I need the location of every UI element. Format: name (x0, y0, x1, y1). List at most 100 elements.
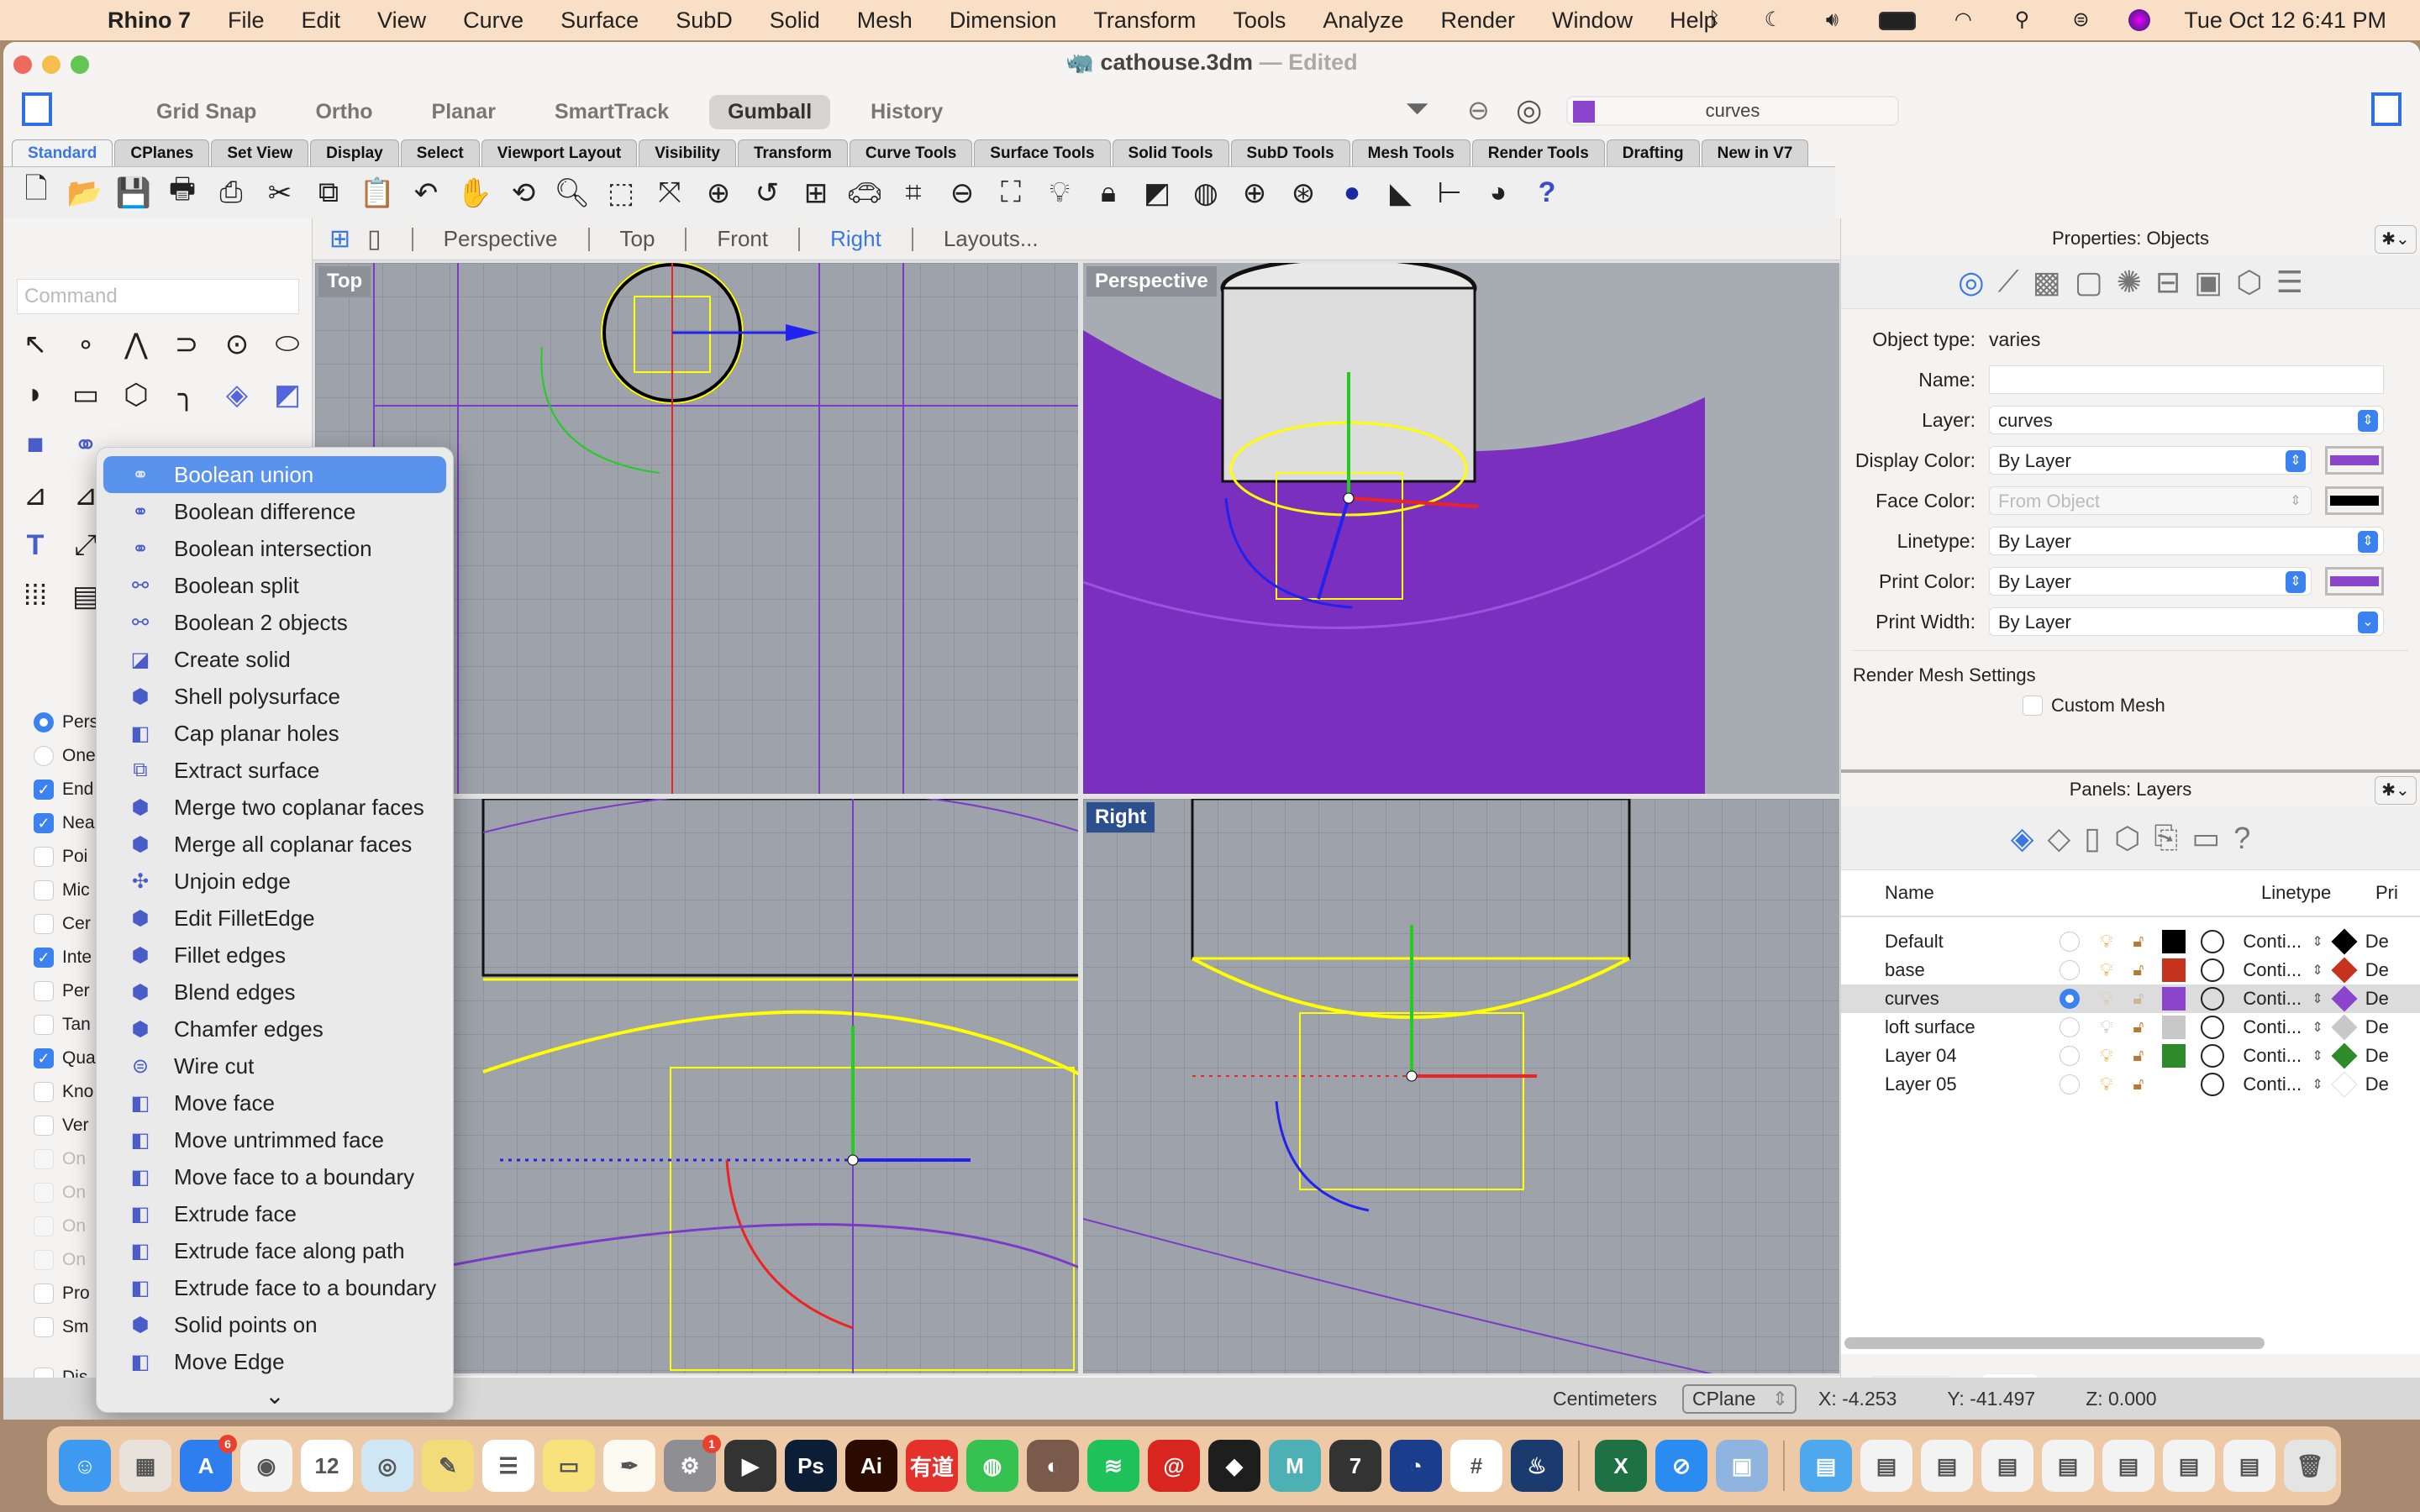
dock-calendar[interactable]: 12 (301, 1440, 353, 1492)
toolbar-tab-new-in-v7[interactable]: New in V7 (1701, 139, 1809, 166)
layers-scrollbar[interactable] (1844, 1337, 2265, 1349)
osnap-checkbox[interactable] (34, 880, 54, 900)
spotlight-icon[interactable]: ⚲ (2007, 9, 2036, 31)
four-view-layout-icon[interactable]: ⊞ (329, 224, 350, 254)
osnap-icon[interactable]: ⊖ (938, 173, 986, 213)
dock-photoshop[interactable]: Ps (785, 1440, 837, 1492)
light-bulb-icon[interactable]: 💡︎ (2100, 1045, 2112, 1067)
zoom-in-out-icon[interactable]: 🔍︎ (548, 173, 597, 213)
menu-surface[interactable]: Surface (560, 8, 639, 34)
current-layer-radio[interactable] (2060, 960, 2080, 980)
layer-linetype[interactable]: Conti... (2243, 931, 2302, 953)
layer-name[interactable]: Layer 05 (1841, 1074, 2026, 1095)
osnap-checkbox[interactable] (34, 1284, 54, 1304)
menu-item-boolean-difference[interactable]: ⚭ Boolean difference (103, 493, 446, 530)
dock-final-cut-pro[interactable]: ▶ (724, 1440, 776, 1492)
battery-icon[interactable] (1876, 9, 1918, 31)
layer-select[interactable]: curves ⇕ (1989, 406, 2384, 434)
viewport-tab-layouts[interactable]: Layouts... (944, 226, 1039, 252)
copy-icon[interactable]: ⧉ (304, 173, 353, 213)
osnap-checkbox[interactable] (34, 1149, 54, 1169)
dock-excel[interactable]: X (1595, 1440, 1647, 1492)
layer-color-swatch[interactable] (2162, 958, 2186, 982)
smarttrack-toggle[interactable]: SmartTrack (536, 95, 687, 129)
dock-spotify[interactable]: ≋ (1087, 1440, 1139, 1492)
toolbar-tab-surface-tools[interactable]: Surface Tools (974, 139, 1111, 166)
select-filter-icon[interactable]: ⛶ (986, 173, 1035, 213)
menu-view[interactable]: View (377, 8, 426, 34)
dock-slack[interactable]: # (1450, 1440, 1502, 1492)
menu-item-move-face[interactable]: ◧ Move face (103, 1084, 446, 1121)
document-icon[interactable]: ▢ (2075, 265, 2103, 300)
osnap-checkbox[interactable] (34, 981, 54, 1001)
named-views-icon[interactable]: ⬡ (2114, 821, 2140, 856)
toolbar-tab-transform[interactable]: Transform (737, 139, 848, 166)
current-layer-radio[interactable] (2060, 932, 2080, 952)
menu-app-name[interactable]: Rhino 7 (108, 8, 191, 34)
layer-color-swatch[interactable] (2162, 1073, 2186, 1096)
menu-mesh[interactable]: Mesh (857, 8, 913, 34)
column-name[interactable]: Name (1841, 882, 2051, 904)
layer-name[interactable]: loft surface (1841, 1016, 2026, 1038)
array-tool-icon[interactable]: ⁞⁞⁞ (10, 580, 60, 630)
surface-tool-icon[interactable]: ◈ (212, 378, 262, 428)
dock-recent-document-6[interactable]: ▤ (2163, 1440, 2215, 1492)
light-bulb-icon[interactable]: 💡︎ (2100, 1074, 2112, 1095)
osnap-item[interactable]: Mic (34, 874, 98, 907)
layers-gear-menu-icon[interactable]: ✱⌄ (2375, 776, 2417, 805)
menu-item-unjoin-edge[interactable]: ✣ Unjoin edge (103, 863, 446, 900)
current-layer-radio[interactable] (2060, 1074, 2080, 1095)
menu-item-wire-cut[interactable]: ⊜ Wire cut (103, 1047, 446, 1084)
osnap-item[interactable]: Ver (34, 1109, 98, 1142)
layer-print-width[interactable]: De (2365, 931, 2389, 953)
history-icon[interactable]: ⎘ (2154, 820, 2178, 856)
osnap-checkbox[interactable] (34, 1082, 54, 1102)
dock-stickies[interactable]: ✎ (422, 1440, 474, 1492)
polygon-tool-icon[interactable]: ⬡ (111, 378, 161, 428)
environment-icon[interactable]: ✺ (2117, 265, 2142, 300)
texture-map-icon[interactable]: ▩ (2033, 265, 2061, 300)
planar-toggle[interactable]: Planar (413, 95, 514, 129)
command-input[interactable]: Command (17, 279, 299, 314)
menu-item-extrude-face-to-a-boundary[interactable]: ◧ Extrude face to a boundary (103, 1269, 446, 1306)
dock-notes[interactable]: ▭ (543, 1440, 595, 1492)
material-icon[interactable] (2201, 958, 2225, 982)
print-color-swatch[interactable] (2325, 567, 2384, 596)
notes-icon[interactable]: ▯ (2084, 821, 2101, 856)
osnap-item[interactable]: Tan (34, 1008, 98, 1042)
light-bulb-icon[interactable]: 💡︎ (2100, 959, 2112, 981)
fillet-curve-tool-icon[interactable]: ╮ (161, 378, 212, 428)
osnap-item[interactable]: ✓ End (34, 773, 98, 806)
color-wheel-icon[interactable]: ◍ (1181, 173, 1230, 213)
layer-print-width[interactable]: De (2365, 1045, 2389, 1067)
cplane-icon[interactable]: ⌗ (889, 173, 938, 213)
material-icon[interactable] (2201, 1016, 2225, 1039)
print-color-diamond[interactable] (2331, 1014, 2358, 1041)
osnap-checkbox[interactable] (34, 1183, 54, 1203)
properties-gear-menu-icon[interactable]: ✱⌄ (2375, 225, 2417, 254)
menu-solid[interactable]: Solid (770, 8, 820, 34)
osnap-checkbox[interactable] (34, 1116, 54, 1136)
attributes-icon[interactable]: ☰ (2276, 265, 2303, 300)
menu-item-shell-polysurface[interactable]: ⬢ Shell polysurface (103, 678, 446, 715)
display-icon[interactable]: ▭ (2191, 821, 2220, 856)
siri-icon[interactable] (2125, 9, 2154, 31)
dock-netease-music[interactable]: @ (1148, 1440, 1200, 1492)
undo-view-icon[interactable]: ↺ (743, 173, 792, 213)
curve-tool-icon[interactable]: ⊃ (161, 328, 212, 378)
menu-item-move-untrimmed-face[interactable]: ◧ Move untrimmed face (103, 1121, 446, 1158)
osnap-item[interactable]: Pers (34, 706, 98, 739)
cplane-select[interactable]: CPlane ⇕ (1681, 1383, 1797, 1414)
osnap-toggle-icon[interactable]: ⊖ (1467, 94, 1490, 126)
menu-item-boolean-split[interactable]: ⚯ Boolean split (103, 567, 446, 604)
render-sphere-icon[interactable]: ⊛ (1279, 173, 1328, 213)
unlock-icon[interactable]: 🔓︎ (2133, 1047, 2144, 1066)
menu-render[interactable]: Render (1440, 8, 1515, 34)
menu-item-extract-surface[interactable]: ⧉ Extract surface (103, 752, 446, 789)
layer-linetype[interactable]: Conti... (2243, 1016, 2302, 1038)
layer-print-width[interactable]: De (2365, 959, 2389, 981)
current-layer-radio[interactable] (2060, 1017, 2080, 1037)
osnap-checkbox[interactable]: ✓ (34, 1048, 54, 1068)
grid-snap-toggle[interactable]: Grid Snap (138, 95, 275, 129)
osnap-item[interactable]: ✓ Qua (34, 1042, 98, 1075)
